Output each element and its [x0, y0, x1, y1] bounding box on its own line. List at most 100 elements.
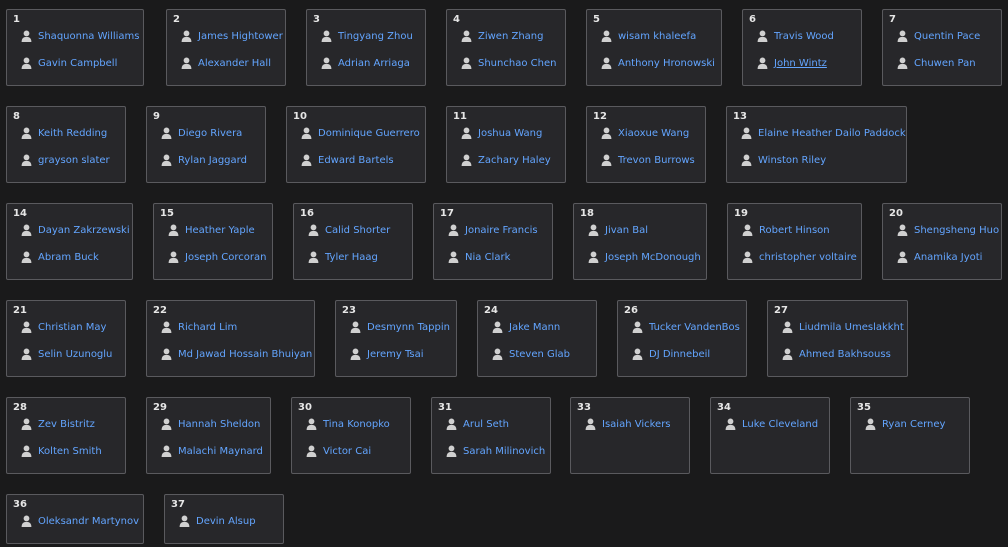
member-name-link[interactable]: Anamika Jyoti: [914, 252, 982, 263]
team-member[interactable]: Isaiah Vickers: [585, 418, 671, 430]
member-name-link[interactable]: Desmynn Tappin: [367, 322, 450, 333]
member-name-link[interactable]: Luke Cleveland: [742, 419, 818, 430]
team-member[interactable]: Md Jawad Hossain Bhuiyan: [161, 348, 312, 360]
member-name-link[interactable]: Isaiah Vickers: [602, 419, 671, 430]
member-name-link[interactable]: Tingyang Zhou: [338, 31, 413, 42]
member-name-link[interactable]: Tucker VandenBos: [649, 322, 740, 333]
team-member[interactable]: Ziwen Zhang: [461, 30, 543, 42]
member-name-link[interactable]: Sarah Milinovich: [463, 446, 545, 457]
team-member[interactable]: Zachary Haley: [461, 154, 551, 166]
team-member[interactable]: Anthony Hronowski: [601, 57, 715, 69]
member-name-link[interactable]: Jivan Bal: [605, 225, 648, 236]
member-name-link[interactable]: Richard Lim: [178, 322, 237, 333]
team-member[interactable]: Edward Bartels: [301, 154, 394, 166]
team-member[interactable]: Victor Cai: [306, 445, 371, 457]
member-name-link[interactable]: Winston Riley: [758, 155, 826, 166]
member-name-link[interactable]: Nia Clark: [465, 252, 510, 263]
team-member[interactable]: Desmynn Tappin: [350, 321, 450, 333]
member-name-link[interactable]: Shunchao Chen: [478, 58, 556, 69]
team-member[interactable]: Tina Konopko: [306, 418, 390, 430]
team-member[interactable]: Rylan Jaggard: [161, 154, 247, 166]
member-name-link[interactable]: Edward Bartels: [318, 155, 394, 166]
member-name-link[interactable]: Ziwen Zhang: [478, 31, 543, 42]
team-member[interactable]: Shengsheng Huo: [897, 224, 999, 236]
team-member[interactable]: Shaquonna Williams: [21, 30, 139, 42]
member-name-link[interactable]: Kolten Smith: [38, 446, 102, 457]
team-member[interactable]: Adrian Arriaga: [321, 57, 410, 69]
team-member[interactable]: Richard Lim: [161, 321, 237, 333]
team-member[interactable]: Joseph Corcoran: [168, 251, 266, 263]
team-member[interactable]: Tucker VandenBos: [632, 321, 740, 333]
team-member[interactable]: Ahmed Bakhsouss: [782, 348, 891, 360]
member-name-link[interactable]: Robert Hinson: [759, 225, 830, 236]
member-name-link[interactable]: Malachi Maynard: [178, 446, 263, 457]
member-name-link[interactable]: christopher voltaire: [759, 252, 857, 263]
team-member[interactable]: Shunchao Chen: [461, 57, 556, 69]
member-name-link[interactable]: Shengsheng Huo: [914, 225, 999, 236]
team-member[interactable]: Winston Riley: [741, 154, 826, 166]
team-member[interactable]: Trevon Burrows: [601, 154, 695, 166]
team-member[interactable]: Arul Seth: [446, 418, 509, 430]
team-member[interactable]: Dominique Guerrero: [301, 127, 420, 139]
member-name-link[interactable]: Arul Seth: [463, 419, 509, 430]
team-member[interactable]: Selin Uzunoglu: [21, 348, 112, 360]
member-name-link[interactable]: wisam khaleefa: [618, 31, 696, 42]
team-member[interactable]: Gavin Campbell: [21, 57, 117, 69]
team-member[interactable]: Ryan Cerney: [865, 418, 945, 430]
team-member[interactable]: Tingyang Zhou: [321, 30, 413, 42]
member-name-link[interactable]: Travis Wood: [774, 31, 834, 42]
team-member[interactable]: Tyler Haag: [308, 251, 378, 263]
team-member[interactable]: Jake Mann: [492, 321, 560, 333]
member-name-link[interactable]: Oleksandr Martynov: [38, 516, 139, 527]
team-member[interactable]: Jeremy Tsai: [350, 348, 424, 360]
team-member[interactable]: Devin Alsup: [179, 515, 256, 527]
member-name-link[interactable]: Tyler Haag: [325, 252, 378, 263]
member-name-link[interactable]: Dominique Guerrero: [318, 128, 420, 139]
team-member[interactable]: Joshua Wang: [461, 127, 542, 139]
member-name-link[interactable]: Gavin Campbell: [38, 58, 117, 69]
member-name-link[interactable]: Alexander Hall: [198, 58, 271, 69]
member-name-link[interactable]: DJ Dinnebeil: [649, 349, 710, 360]
member-name-link[interactable]: Ryan Cerney: [882, 419, 945, 430]
team-member[interactable]: Elaine Heather Dailo Paddock: [741, 127, 906, 139]
team-member[interactable]: Kolten Smith: [21, 445, 102, 457]
member-name-link[interactable]: Adrian Arriaga: [338, 58, 410, 69]
team-member[interactable]: Diego Rivera: [161, 127, 242, 139]
member-name-link[interactable]: Jake Mann: [509, 322, 560, 333]
team-member[interactable]: wisam khaleefa: [601, 30, 696, 42]
member-name-link[interactable]: Shaquonna Williams: [38, 31, 139, 42]
member-name-link[interactable]: Tina Konopko: [323, 419, 390, 430]
team-member[interactable]: Calid Shorter: [308, 224, 390, 236]
team-member[interactable]: Joseph McDonough: [588, 251, 701, 263]
team-member[interactable]: Christian May: [21, 321, 106, 333]
team-member[interactable]: Travis Wood: [757, 30, 834, 42]
team-member[interactable]: Hannah Sheldon: [161, 418, 260, 430]
team-member[interactable]: grayson slater: [21, 154, 110, 166]
member-name-link[interactable]: Dayan Zakrzewski: [38, 225, 130, 236]
member-name-link[interactable]: Joshua Wang: [478, 128, 542, 139]
member-name-link[interactable]: Hannah Sheldon: [178, 419, 260, 430]
member-name-link[interactable]: Joseph McDonough: [605, 252, 701, 263]
team-member[interactable]: Liudmila Umeslakkht: [782, 321, 904, 333]
team-member[interactable]: Malachi Maynard: [161, 445, 263, 457]
member-name-link[interactable]: Heather Yaple: [185, 225, 255, 236]
member-name-link[interactable]: Jeremy Tsai: [367, 349, 424, 360]
member-name-link[interactable]: Quentin Pace: [914, 31, 980, 42]
team-member[interactable]: Alexander Hall: [181, 57, 271, 69]
member-name-link[interactable]: grayson slater: [38, 155, 110, 166]
member-name-link[interactable]: Liudmila Umeslakkht: [799, 322, 904, 333]
member-name-link[interactable]: Zev Bistritz: [38, 419, 95, 430]
member-name-link[interactable]: Zachary Haley: [478, 155, 551, 166]
member-name-link[interactable]: Joseph Corcoran: [185, 252, 266, 263]
member-name-link[interactable]: James Hightower: [198, 31, 283, 42]
team-member[interactable]: Zev Bistritz: [21, 418, 95, 430]
team-member[interactable]: Steven Glab: [492, 348, 570, 360]
team-member[interactable]: Abram Buck: [21, 251, 99, 263]
team-member[interactable]: Jivan Bal: [588, 224, 648, 236]
team-member[interactable]: Luke Cleveland: [725, 418, 818, 430]
member-name-link[interactable]: Anthony Hronowski: [618, 58, 715, 69]
team-member[interactable]: DJ Dinnebeil: [632, 348, 710, 360]
team-member[interactable]: Sarah Milinovich: [446, 445, 545, 457]
member-name-link[interactable]: Trevon Burrows: [618, 155, 695, 166]
member-name-link[interactable]: Calid Shorter: [325, 225, 390, 236]
